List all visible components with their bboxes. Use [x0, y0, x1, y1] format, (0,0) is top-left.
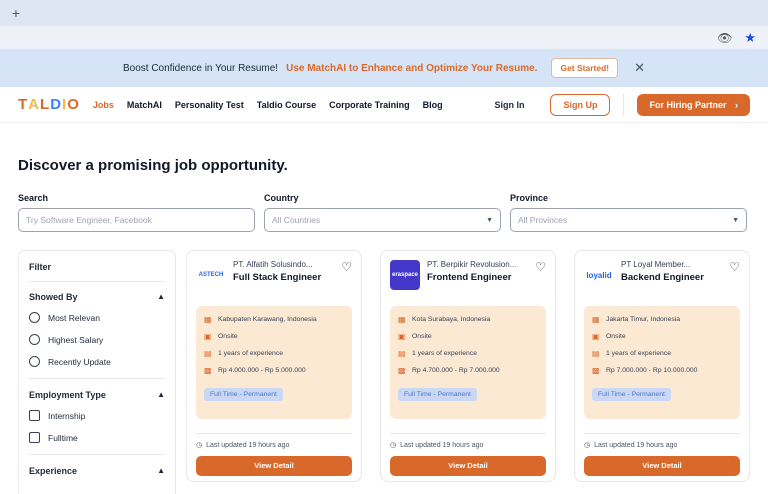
document-icon: ▤: [398, 349, 406, 358]
heart-icon[interactable]: ♡: [535, 260, 546, 274]
checkbox-internship[interactable]: Internship: [29, 410, 165, 421]
document-icon: ▤: [204, 349, 212, 358]
job-title: Backend Engineer: [621, 272, 704, 283]
nav-corporate-training[interactable]: Corporate Training: [329, 100, 410, 110]
promo-highlight: Use MatchAI to Enhance and Optimize Your…: [286, 62, 538, 74]
get-started-button[interactable]: Get Started!: [551, 58, 619, 78]
country-label: Country: [264, 193, 299, 203]
clock-icon: ◷: [390, 442, 397, 449]
company-name: PT. Alfatih Solusindo...: [233, 260, 313, 269]
chevron-down-icon: ▼: [732, 216, 739, 224]
page-title: Discover a promising job opportunity.: [18, 157, 288, 174]
heart-icon[interactable]: ♡: [341, 260, 352, 274]
job-details: ▦ Kabupaten Karawang, Indonesia ▣ Onsite ▤…: [196, 306, 352, 419]
company-name: PT. Berpikir Revolusion...: [427, 260, 517, 269]
monitor-icon: ▣: [204, 332, 212, 341]
monitor-icon: ▣: [398, 332, 406, 341]
filter-panel: Filter Showed By ▲ Most Relevan Highest …: [18, 250, 176, 494]
browser-toolbar: 👁 ★: [0, 26, 768, 49]
heart-icon[interactable]: ♡: [729, 260, 740, 274]
nav-taldio-course[interactable]: Taldio Course: [257, 100, 316, 110]
monitor-icon: ▣: [592, 332, 600, 341]
promo-banner: Boost Confidence in Your Resume! Use Mat…: [0, 49, 768, 87]
province-label: Province: [510, 193, 549, 203]
company-name: PT Loyal Member...: [621, 260, 691, 269]
employment-tag: Full Time - Permanent: [592, 388, 671, 401]
company-logo: loyalid: [586, 270, 612, 280]
chevron-up-icon: ▲: [157, 466, 165, 475]
money-icon: ▩: [204, 366, 212, 375]
chevron-down-icon: ▼: [486, 216, 493, 224]
nav-blog[interactable]: Blog: [423, 100, 443, 110]
nav-personality-test[interactable]: Personality Test: [175, 100, 244, 110]
money-icon: ▩: [592, 366, 600, 375]
job-title: Full Stack Engineer: [233, 272, 322, 283]
money-icon: ▩: [398, 366, 406, 375]
clock-icon: ◷: [584, 442, 591, 449]
checkbox-fulltime[interactable]: Fulltime: [29, 432, 165, 443]
search-label: Search: [18, 193, 49, 203]
browser-tabstrip: +: [0, 0, 768, 26]
chevron-right-icon: ›: [735, 99, 738, 110]
nav-jobs[interactable]: Jobs: [93, 100, 114, 110]
filter-title: Filter: [29, 262, 165, 282]
star-icon[interactable]: ★: [744, 30, 756, 46]
radio-most-relevan[interactable]: Most Relevan: [29, 312, 165, 323]
job-card[interactable]: loyalid PT Loyal Member... Backend Engin…: [574, 250, 750, 482]
clock-icon: ◷: [196, 442, 203, 449]
view-detail-button[interactable]: View Detail: [196, 456, 352, 476]
radio-recently-update[interactable]: Recently Update: [29, 356, 165, 367]
chevron-up-icon: ▲: [157, 292, 165, 301]
main-nav: T A L D I O Jobs MatchAI Personality Tes…: [0, 87, 768, 123]
job-details: ▦ Jakarta Timur, Indonesia ▣ Onsite ▤ 1 yea…: [584, 306, 740, 419]
employment-tag: Full Time - Permanent: [204, 388, 283, 401]
view-detail-button[interactable]: View Detail: [390, 456, 546, 476]
new-tab-button[interactable]: +: [8, 5, 24, 21]
province-select[interactable]: All Provinces ▼: [510, 208, 747, 232]
chevron-up-icon: ▲: [157, 390, 165, 399]
sign-up-button[interactable]: Sign Up: [550, 93, 611, 116]
hiring-partner-button[interactable]: For Hiring Partner ›: [637, 93, 750, 116]
updated-text: Last updated 19 hours ago: [206, 441, 290, 449]
job-details: ▦ Kota Surabaya, Indonesia ▣ Onsite ▤ 1 yea…: [390, 306, 546, 419]
taldio-logo[interactable]: T A L D I O: [18, 96, 79, 113]
employment-type-header[interactable]: Employment Type ▲: [29, 390, 165, 400]
updated-text: Last updated 19 hours ago: [594, 441, 678, 449]
job-list: ASTECH PT. Alfatih Solusindo... Full Sta…: [186, 250, 750, 494]
nav-matchai[interactable]: MatchAI: [127, 100, 162, 110]
search-filters: Search Try Software Engineer, Facebook C…: [18, 193, 750, 232]
sign-in-link[interactable]: Sign In: [494, 100, 524, 110]
search-input[interactable]: Try Software Engineer, Facebook: [18, 208, 255, 232]
country-select[interactable]: All Countries ▼: [264, 208, 501, 232]
close-icon[interactable]: ✕: [634, 60, 645, 76]
document-icon: ▤: [592, 349, 600, 358]
company-logo: ASTECH: [198, 272, 224, 278]
eye-off-icon[interactable]: 👁: [717, 31, 732, 45]
job-card[interactable]: ASTECH PT. Alfatih Solusindo... Full Sta…: [186, 250, 362, 482]
building-icon: ▦: [592, 315, 600, 324]
job-card[interactable]: eraspace PT. Berpikir Revolusion... Fron…: [380, 250, 556, 482]
nav-divider: [623, 93, 625, 116]
promo-text: Boost Confidence in Your Resume!: [122, 62, 279, 74]
company-logo: eraspace: [390, 260, 420, 290]
experience-header[interactable]: Experience ▲: [29, 466, 165, 476]
showed-by-header[interactable]: Showed By ▲: [29, 292, 165, 302]
building-icon: ▦: [398, 315, 406, 324]
updated-text: Last updated 19 hours ago: [400, 441, 484, 449]
building-icon: ▦: [204, 315, 212, 324]
view-detail-button[interactable]: View Detail: [584, 456, 740, 476]
radio-highest-salary[interactable]: Highest Salary: [29, 334, 165, 345]
job-title: Frontend Engineer: [427, 272, 512, 283]
employment-tag: Full Time - Permanent: [398, 388, 477, 401]
